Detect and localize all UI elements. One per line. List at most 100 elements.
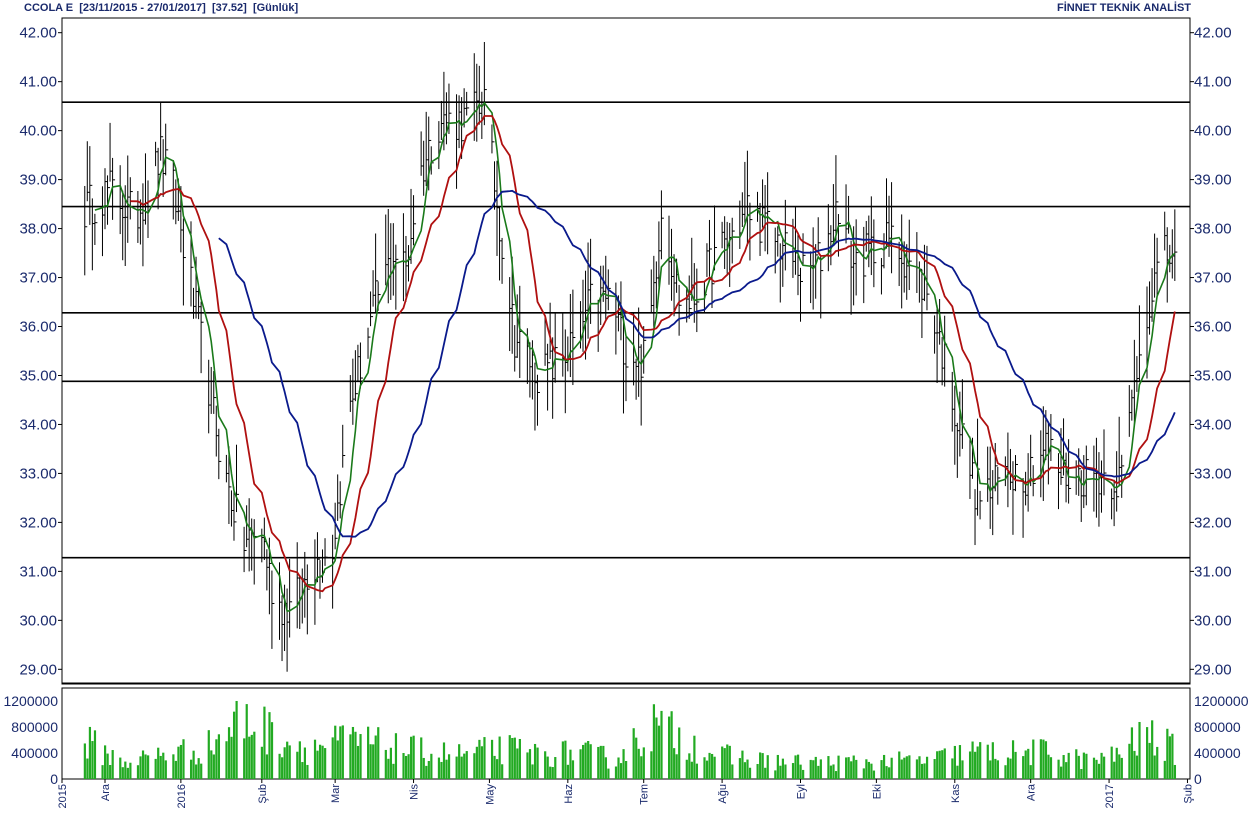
volume-bar — [321, 745, 324, 779]
volume-bar — [306, 764, 309, 779]
volume-bar — [1156, 746, 1159, 779]
volume-bar — [1009, 758, 1012, 779]
volume-bar — [91, 741, 94, 779]
volume-bar — [837, 755, 840, 779]
volume-bar — [678, 727, 681, 779]
volume-bar — [402, 753, 405, 779]
volume-bar — [908, 755, 911, 779]
volume-bar — [278, 753, 281, 779]
volume-bar — [652, 704, 656, 779]
volume-bar — [144, 754, 147, 779]
volume-bar — [298, 741, 301, 779]
volume-bar — [546, 756, 549, 779]
volume-bar — [230, 736, 233, 779]
volume-bar — [139, 756, 142, 779]
volume-bar — [192, 750, 195, 779]
volume-bar — [531, 764, 534, 779]
volume-bar — [1047, 754, 1050, 779]
volume-bar — [1049, 757, 1053, 779]
volume-bar — [1044, 741, 1048, 779]
volume-bar — [369, 744, 372, 779]
volume-bar — [334, 725, 337, 779]
volume-bar — [324, 748, 327, 779]
ma-mid-line — [130, 115, 1176, 593]
volume-bar — [195, 764, 198, 779]
price-tick-left: 39.00 — [19, 172, 57, 189]
volume-bar — [377, 727, 380, 779]
volume-bar — [106, 753, 109, 779]
volume-bar — [829, 765, 833, 779]
price-tick-left: 32.00 — [19, 514, 57, 531]
volume-bar — [174, 760, 178, 779]
volume-bar — [164, 760, 167, 779]
volume-bar — [422, 757, 425, 779]
volume-bar — [1168, 736, 1171, 779]
volume-bar — [619, 763, 623, 779]
volume-bar — [437, 757, 441, 779]
volume-bar — [938, 750, 941, 779]
volume-bar — [819, 759, 822, 779]
x-tick-label: Ara — [100, 783, 112, 801]
volume-tick-right: 0 — [1194, 771, 1202, 787]
price-tick-right: 32.00 — [1194, 514, 1232, 531]
volume-bar — [743, 762, 747, 779]
volume-bar — [882, 754, 886, 779]
volume-bar — [215, 739, 218, 779]
x-tick-label: Tem — [639, 784, 651, 805]
volume-bar — [200, 763, 203, 779]
volume-bar — [1115, 747, 1118, 779]
volume-bar — [447, 754, 451, 779]
price-tick-right: 36.00 — [1194, 319, 1232, 336]
volume-bar — [260, 746, 264, 779]
price-tick-left: 31.00 — [19, 563, 57, 580]
price-tick-left: 34.00 — [19, 416, 57, 433]
volume-bar — [905, 756, 908, 779]
volume-bar — [625, 761, 628, 779]
volume-bar — [1032, 739, 1035, 779]
volume-bar — [354, 731, 357, 779]
volume-bar — [1065, 762, 1068, 779]
volume-bar — [430, 753, 433, 779]
volume-bar — [796, 754, 800, 779]
volume-bar — [756, 764, 759, 779]
volume-bar — [1080, 769, 1083, 779]
x-tick-label: 2015 — [57, 784, 69, 808]
price-tick-right: 30.00 — [1194, 612, 1232, 629]
volume-bar — [126, 767, 129, 779]
volume-bar — [748, 767, 752, 779]
volume-bar — [83, 743, 86, 779]
volume-bar — [1133, 750, 1136, 779]
volume-bar — [554, 757, 557, 779]
x-tick-label: Mar — [330, 784, 342, 803]
volume-bar — [589, 744, 592, 779]
volume-bar — [162, 752, 165, 779]
volume-bar — [637, 748, 640, 779]
volume-bar — [670, 711, 673, 779]
volume-bar — [723, 748, 726, 779]
volume-bar — [490, 739, 494, 779]
volume-bar — [1153, 755, 1156, 779]
volume-bar — [533, 743, 537, 779]
volume-bar — [372, 744, 375, 779]
volume-bar — [784, 764, 787, 779]
volume-bar — [182, 739, 185, 779]
volume-bar — [809, 759, 812, 779]
volume-bar — [1039, 739, 1042, 779]
volume-bar — [774, 770, 777, 779]
volume-bar — [478, 739, 481, 779]
volume-bar — [124, 761, 127, 779]
volume-tick-left: 400000 — [11, 745, 58, 761]
volume-bar — [713, 756, 716, 779]
volume-bar — [923, 763, 926, 779]
volume-bar — [442, 742, 446, 779]
volume-bar — [974, 751, 977, 779]
volume-bar — [994, 758, 997, 779]
volume-bar — [650, 751, 653, 779]
volume-bar — [549, 766, 552, 779]
price-volume-chart[interactable]: 42.00 42.00 41.00 41.00 40.00 40.00 39.00 39.00… — [0, 0, 1251, 822]
volume-bar — [172, 754, 175, 779]
volume-bar — [812, 760, 815, 779]
volume-bar — [394, 733, 398, 779]
x-tick-label: Şub — [257, 784, 269, 804]
volume-bar — [146, 755, 150, 779]
